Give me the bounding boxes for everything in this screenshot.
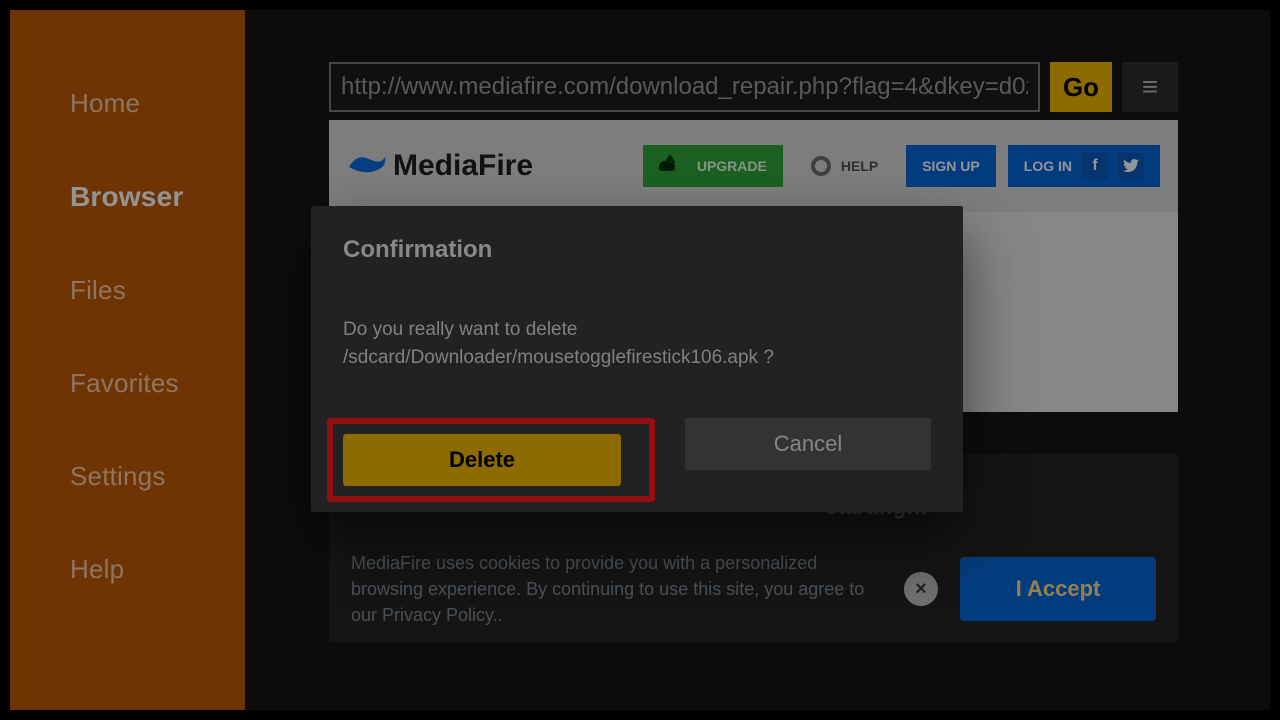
frame [0,0,1280,720]
